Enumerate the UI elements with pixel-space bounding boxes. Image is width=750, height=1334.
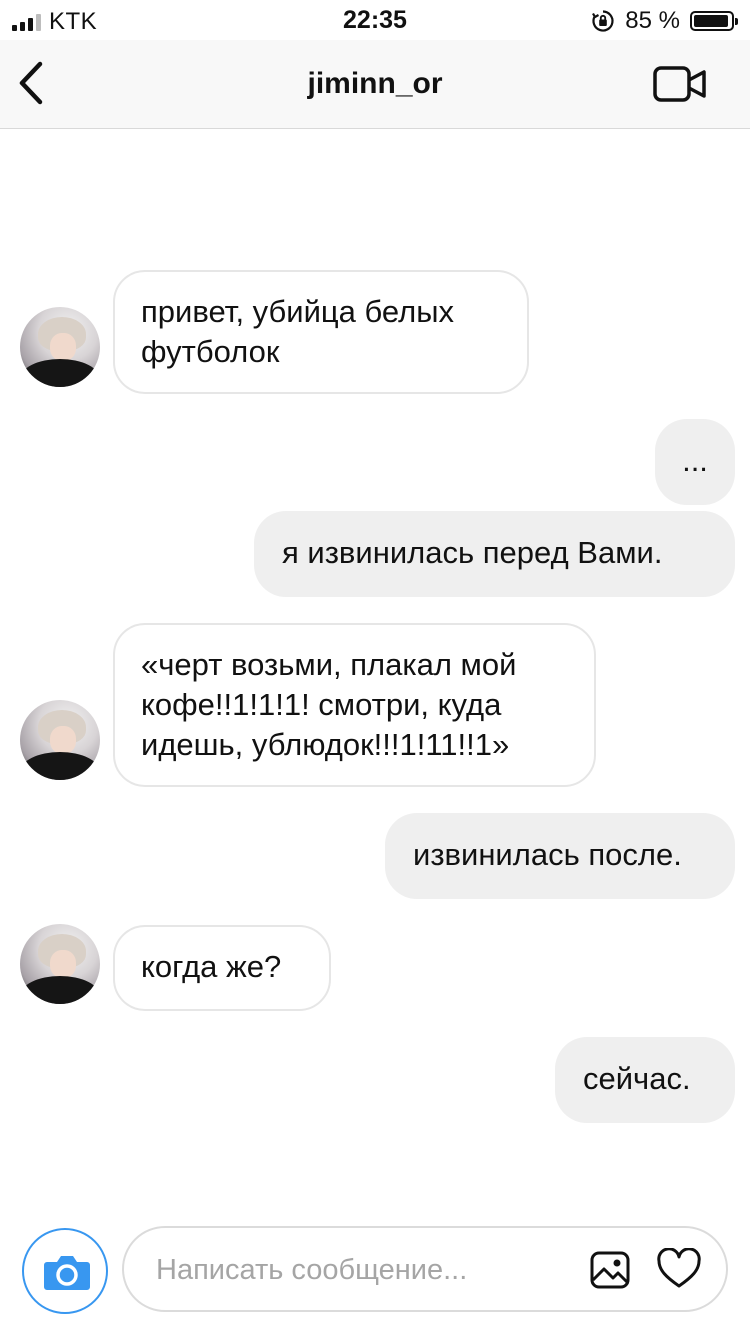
message-bubble-outgoing[interactable]: я извинилась перед Вами. (254, 511, 735, 597)
avatar[interactable] (20, 924, 100, 1004)
heart-icon[interactable] (656, 1248, 702, 1290)
message-bubble-incoming[interactable]: привет, убийца белых футболок (113, 270, 529, 394)
message-input-box (122, 1226, 728, 1312)
message-bubble-incoming[interactable]: «черт возьми, плакал мой кофе!!1!1!1! см… (113, 623, 596, 787)
message-bubble-outgoing[interactable]: сейчас. (555, 1037, 735, 1123)
message-input[interactable] (154, 1246, 558, 1294)
camera-icon (44, 1256, 90, 1290)
conversation-header: jiminn_or (0, 40, 750, 129)
message-thread[interactable]: привет, убийца белых футболок ... я изви… (0, 129, 750, 1209)
message-bubble-incoming[interactable]: когда же? (113, 925, 331, 1011)
message-bubble-outgoing[interactable]: извинилась после. (385, 813, 735, 899)
message-bubble-outgoing[interactable]: ... (655, 419, 735, 505)
camera-button[interactable] (22, 1228, 108, 1314)
battery-percent: 85 % (625, 7, 680, 34)
status-right: 85 % (591, 7, 738, 35)
status-bar: KTK 22:35 85 % (0, 0, 750, 40)
message-composer (0, 1212, 750, 1334)
battery-icon (690, 11, 738, 31)
rotation-lock-icon (592, 10, 614, 32)
avatar[interactable] (20, 307, 100, 387)
gallery-icon[interactable] (589, 1250, 631, 1290)
conversation-title[interactable]: jiminn_or (0, 67, 750, 101)
video-camera-icon[interactable] (652, 64, 708, 104)
avatar[interactable] (20, 700, 100, 780)
